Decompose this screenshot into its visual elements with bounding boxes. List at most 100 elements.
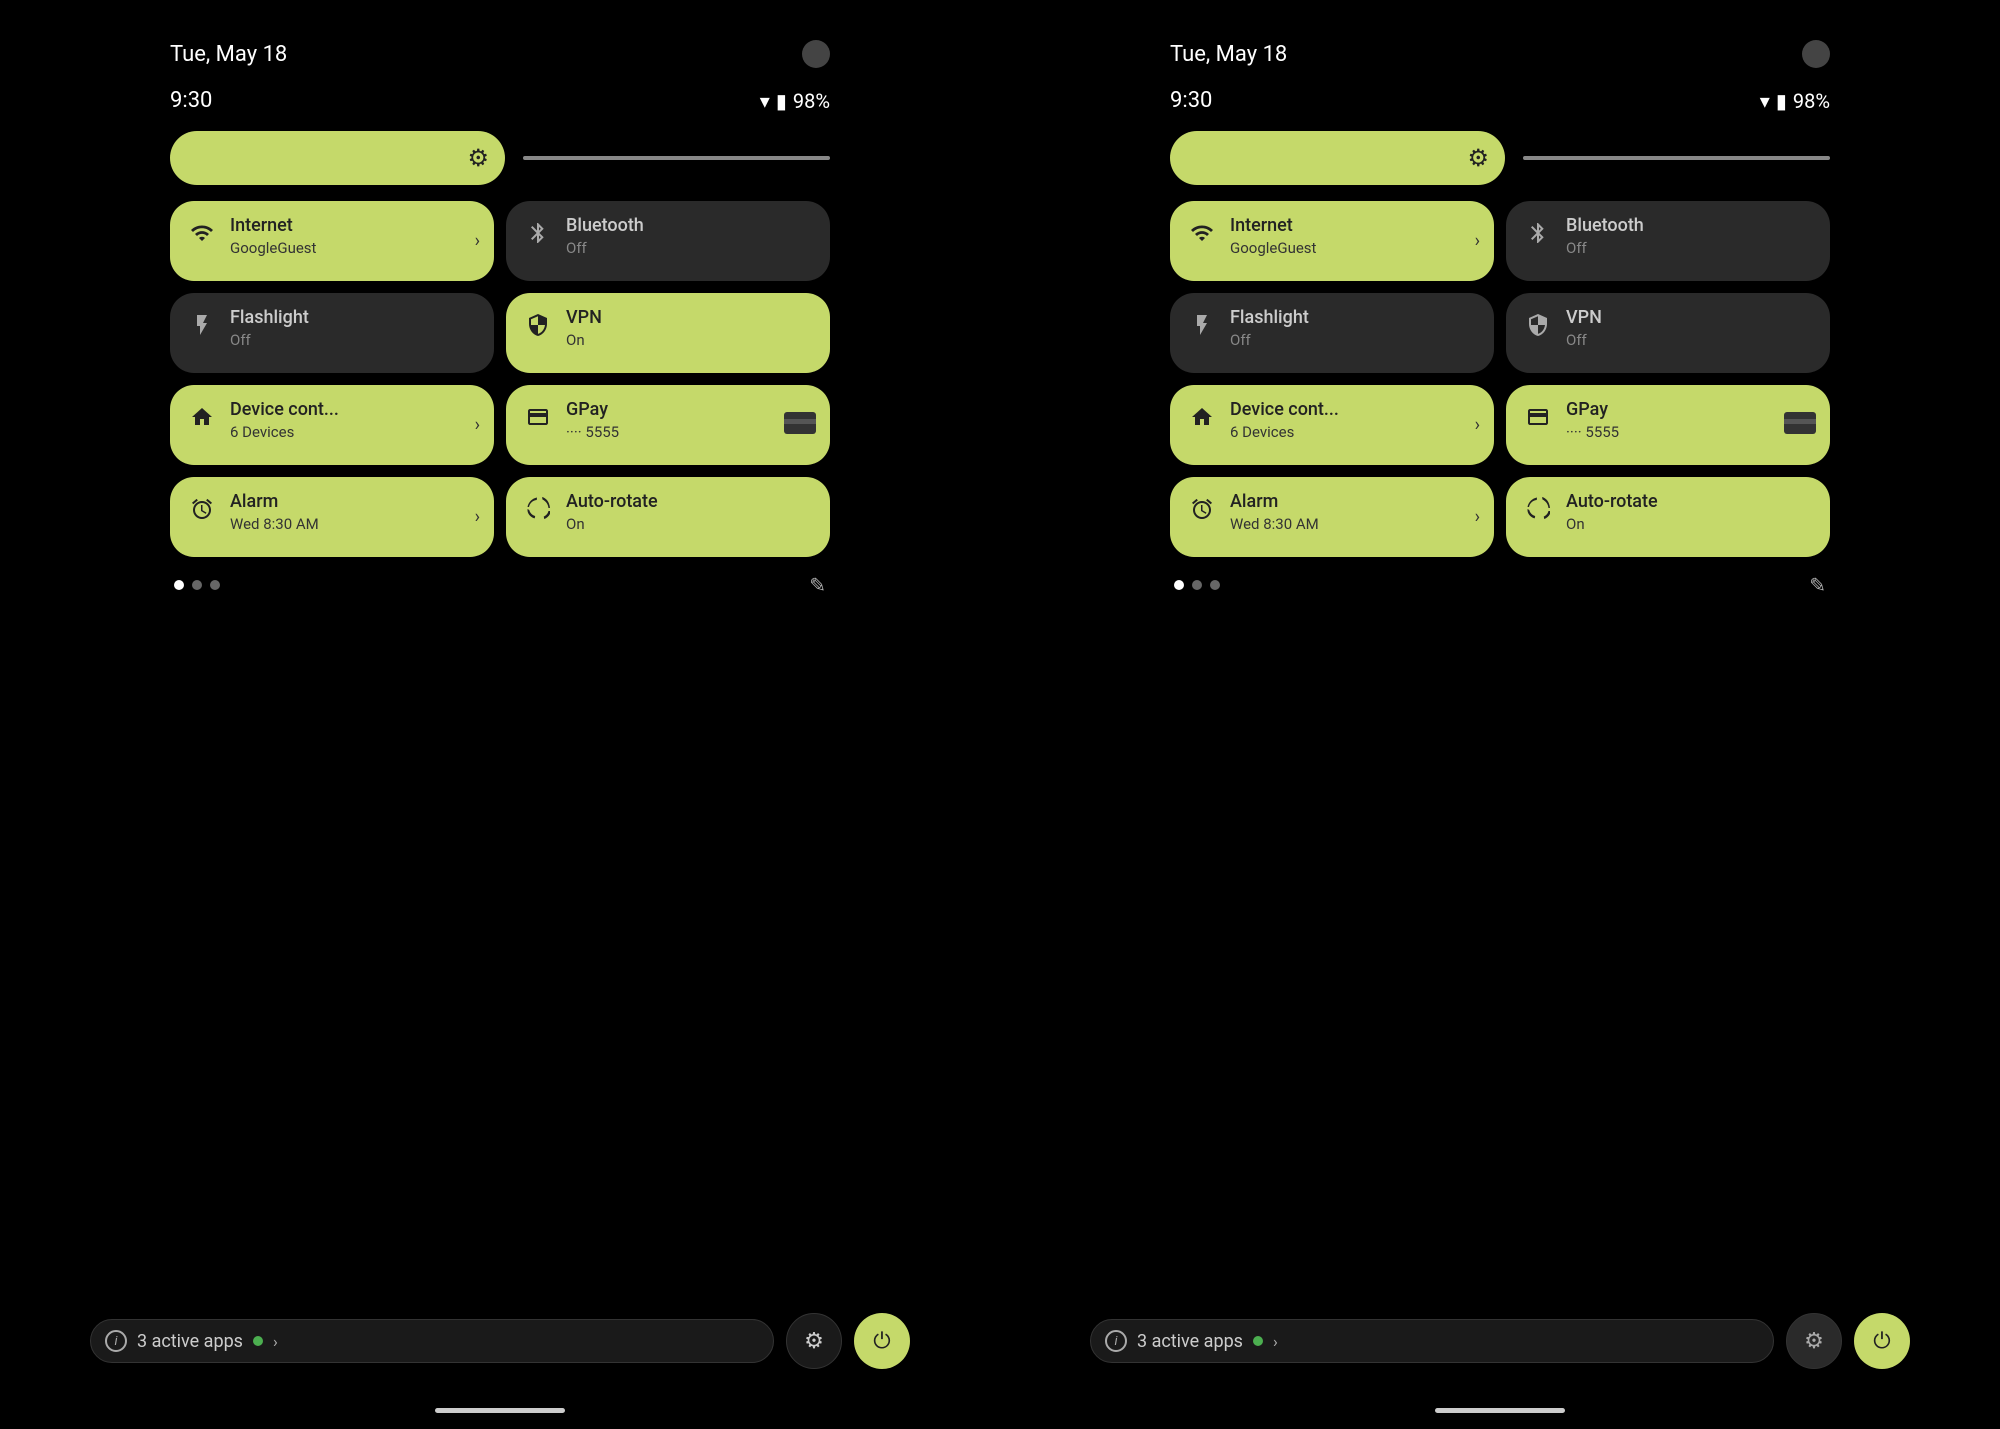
vpn-icon-left (522, 309, 554, 341)
dot-1-right (1174, 580, 1184, 590)
edit-icon-left[interactable]: ✎ (809, 573, 826, 597)
edit-icon-right[interactable]: ✎ (1809, 573, 1826, 597)
alarm-subtitle-right: Wed 8:30 AM (1230, 515, 1319, 533)
tile-device-left[interactable]: Device cont... 6 Devices › (170, 385, 494, 465)
vpn-title-right: VPN (1566, 307, 1602, 329)
camera-pill-right (1802, 40, 1830, 68)
info-icon-right: i (1105, 1330, 1127, 1352)
internet-subtitle-left: GoogleGuest (230, 239, 316, 257)
bluetooth-icon-right (1522, 217, 1554, 249)
power-button-right[interactable]: ⏻ (1854, 1313, 1910, 1369)
tile-bluetooth-left[interactable]: Bluetooth Off (506, 201, 830, 281)
device-icon-right (1186, 401, 1218, 433)
autorotate-icon-right (1522, 493, 1554, 525)
brightness-slider-right[interactable] (1523, 156, 1830, 160)
status-icons-right: ▾ ▮ 98% (1760, 89, 1830, 113)
gpay-title-left: GPay (566, 399, 619, 421)
tile-flashlight-left[interactable]: Flashlight Off (170, 293, 494, 373)
gpay-subtitle-right: ···· 5555 (1566, 423, 1619, 441)
settings-button-right[interactable]: ⚙ (1786, 1313, 1842, 1369)
gpay-text-right: GPay ···· 5555 (1566, 399, 1619, 441)
screens-container: Tue, May 18 9:30 ▾ ▮ 98% ⚙ (0, 0, 2000, 1429)
tile-gpay-left[interactable]: GPay ···· 5555 (506, 385, 830, 465)
tile-gpay-right[interactable]: GPay ···· 5555 (1506, 385, 1830, 465)
device-text-left: Device cont... 6 Devices (230, 399, 339, 441)
autorotate-subtitle-left: On (566, 515, 658, 533)
pagination-left: ✎ (170, 573, 830, 597)
time-right: 9:30 (1170, 88, 1212, 113)
brightness-icon-left: ⚙ (467, 144, 489, 172)
alarm-subtitle-left: Wed 8:30 AM (230, 515, 319, 533)
bluetooth-subtitle-right: Off (1566, 239, 1644, 257)
time-row-left: 9:30 ▾ ▮ 98% (170, 88, 830, 113)
alarm-chevron-left: › (475, 507, 480, 528)
tile-internet-right[interactable]: Internet GoogleGuest › (1170, 201, 1494, 281)
power-button-left[interactable]: ⏻ (854, 1313, 910, 1369)
dots-left (174, 580, 220, 590)
tile-bluetooth-right[interactable]: Bluetooth Off (1506, 201, 1830, 281)
tile-internet-left[interactable]: Internet GoogleGuest › (170, 201, 494, 281)
vpn-subtitle-right: Off (1566, 331, 1602, 349)
alarm-icon-left (186, 493, 218, 525)
info-icon-left: i (105, 1330, 127, 1352)
tile-autorotate-right[interactable]: Auto-rotate On (1506, 477, 1830, 557)
vpn-text-left: VPN On (566, 307, 602, 349)
active-apps-pill-left[interactable]: i 3 active apps › (90, 1319, 774, 1363)
vpn-title-left: VPN (566, 307, 602, 329)
device-chevron-right: › (1475, 415, 1480, 436)
green-dot-right (1253, 1336, 1263, 1346)
autorotate-text-left: Auto-rotate On (566, 491, 658, 533)
brightness-row-right: ⚙ (1170, 131, 1830, 185)
active-apps-label-right: 3 active apps (1137, 1331, 1243, 1352)
gpay-icon-left (522, 401, 554, 433)
bluetooth-subtitle-left: Off (566, 239, 644, 257)
camera-pill-left (802, 40, 830, 68)
tile-alarm-right[interactable]: Alarm Wed 8:30 AM › (1170, 477, 1494, 557)
tile-vpn-left[interactable]: VPN On (506, 293, 830, 373)
battery-icon-left: ▮ (776, 89, 787, 113)
tile-flashlight-right[interactable]: Flashlight Off (1170, 293, 1494, 373)
alarm-text-right: Alarm Wed 8:30 AM (1230, 491, 1319, 533)
flashlight-icon-right (1186, 309, 1218, 341)
dot-1-left (174, 580, 184, 590)
flashlight-subtitle-left: Off (230, 331, 309, 349)
tile-vpn-right[interactable]: VPN Off (1506, 293, 1830, 373)
dot-2-left (192, 580, 202, 590)
autorotate-subtitle-right: On (1566, 515, 1658, 533)
active-apps-pill-right[interactable]: i 3 active apps › (1090, 1319, 1774, 1363)
internet-subtitle-right: GoogleGuest (1230, 239, 1316, 257)
tile-alarm-left[interactable]: Alarm Wed 8:30 AM › (170, 477, 494, 557)
home-indicator-left (435, 1408, 565, 1413)
internet-chevron-left: › (475, 231, 480, 252)
tile-autorotate-left[interactable]: Auto-rotate On (506, 477, 830, 557)
bluetooth-text-left: Bluetooth Off (566, 215, 644, 257)
brightness-track-right[interactable]: ⚙ (1170, 131, 1505, 185)
flashlight-icon-left (186, 309, 218, 341)
wifi-icon-left: ▾ (760, 89, 770, 113)
active-apps-label-left: 3 active apps (137, 1331, 243, 1352)
wifi-icon-right: ▾ (1760, 89, 1770, 113)
bluetooth-icon-left (522, 217, 554, 249)
battery-text-left: 98% (793, 89, 830, 113)
time-row-right: 9:30 ▾ ▮ 98% (1170, 88, 1830, 113)
alarm-icon-right (1186, 493, 1218, 525)
brightness-icon-right: ⚙ (1467, 144, 1489, 172)
vpn-icon-right (1522, 309, 1554, 341)
device-text-right: Device cont... 6 Devices (1230, 399, 1339, 441)
tile-device-right[interactable]: Device cont... 6 Devices › (1170, 385, 1494, 465)
alarm-title-right: Alarm (1230, 491, 1319, 513)
flashlight-title-left: Flashlight (230, 307, 309, 329)
vpn-subtitle-left: On (566, 331, 602, 349)
autorotate-text-right: Auto-rotate On (1566, 491, 1658, 533)
brightness-track-left[interactable]: ⚙ (170, 131, 505, 185)
internet-chevron-right: › (1475, 231, 1480, 252)
flashlight-title-right: Flashlight (1230, 307, 1309, 329)
autorotate-icon-left (522, 493, 554, 525)
settings-button-left[interactable]: ⚙ (786, 1313, 842, 1369)
status-bar-right: Tue, May 18 (1170, 20, 1830, 78)
brightness-slider-left[interactable] (523, 156, 830, 160)
dot-2-right (1192, 580, 1202, 590)
alarm-title-left: Alarm (230, 491, 319, 513)
internet-title-right: Internet (1230, 215, 1316, 237)
home-indicator-right (1435, 1408, 1565, 1413)
